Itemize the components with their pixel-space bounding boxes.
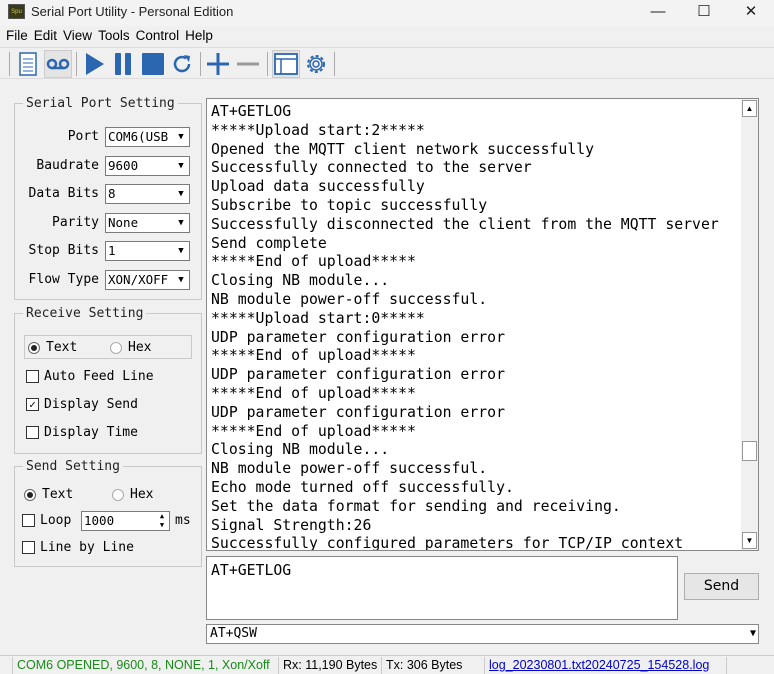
menu-tools[interactable]: Tools <box>95 27 133 45</box>
receive-line: Successfully configured parameters for T… <box>211 535 684 551</box>
tx-count: Tx: 306 Bytes <box>381 657 484 674</box>
receive-line: Echo mode turned off successfully. <box>211 478 514 496</box>
window-title: Serial Port Utility - Personal Edition <box>31 4 234 19</box>
vertical-scrollbar[interactable]: ▲ ▼ <box>741 99 758 550</box>
refresh-icon[interactable] <box>168 50 196 78</box>
receive-line: Upload data successfully <box>211 178 425 196</box>
chevron-down-icon[interactable]: ▼ <box>173 156 189 175</box>
auto-feed-line-checkbox[interactable]: Auto Feed Line <box>26 369 154 384</box>
receive-line: *****Upload start:2***** <box>211 121 425 139</box>
receive-line: UDP parameter configuration error <box>211 328 505 346</box>
new-document-icon[interactable] <box>14 50 42 78</box>
toolbar <box>0 47 774 79</box>
receive-line: Successfully disconnected the client fro… <box>211 215 719 233</box>
loop-checkbox[interactable]: Loop <box>22 513 71 528</box>
scroll-down-icon[interactable]: ▼ <box>742 532 757 549</box>
receive-text-area[interactable]: AT+GETLOG *****Upload start:2***** Opened … <box>206 98 759 551</box>
receive-line: Closing NB module... <box>211 272 390 290</box>
receive-text-radio[interactable]: Text <box>28 340 77 355</box>
receive-line: Subscribe to topic successfully <box>211 196 488 214</box>
line-by-line-checkbox[interactable]: Line by Line <box>22 540 134 555</box>
send-input[interactable]: AT+GETLOG <box>206 556 678 620</box>
receive-line: *****End of upload***** <box>211 422 416 440</box>
receive-line: NB module power-off successful. <box>211 460 488 478</box>
receive-line: AT+GETLOG <box>211 103 292 120</box>
app-icon: Spu <box>8 4 25 19</box>
remove-icon[interactable] <box>234 50 262 78</box>
send-button[interactable]: Send <box>684 573 759 600</box>
parity-label: Parity <box>52 214 99 230</box>
chevron-down-icon[interactable]: ▼ <box>173 128 189 146</box>
receive-line: Successfully connected to the server <box>211 159 532 177</box>
flow-type-label: Flow Type <box>28 272 99 287</box>
parity-select[interactable]: None ▼ <box>105 212 190 233</box>
receive-line: UDP parameter configuration error <box>211 366 505 384</box>
flow-type-select[interactable]: XON/XOFF ▼ <box>105 270 190 290</box>
scroll-thumb[interactable] <box>742 441 757 461</box>
close-button[interactable]: ✕ <box>728 0 774 26</box>
log-file-link[interactable]: log_20230801.txt20240725_154528.log <box>484 657 726 674</box>
data-bits-label: Data Bits <box>28 186 99 202</box>
add-icon[interactable] <box>204 50 232 78</box>
loop-interval-input[interactable]: 1000 ▲ ▼ <box>81 511 170 531</box>
rx-count: Rx: 11,190 Bytes <box>278 657 381 674</box>
receive-hex-radio[interactable]: Hex <box>110 340 151 355</box>
port-select[interactable]: COM6(USB ▼ <box>105 127 190 147</box>
receive-line: UDP parameter configuration error <box>211 403 505 421</box>
menu-file[interactable]: File <box>3 27 31 45</box>
menu-help[interactable]: Help <box>182 27 216 45</box>
receive-line: NB module power-off successful. <box>211 290 488 308</box>
receive-line: Set the data format for sending and rece… <box>211 497 621 515</box>
receive-line: *****End of upload***** <box>211 384 416 402</box>
menu-view[interactable]: View <box>60 27 95 45</box>
receive-line: Closing NB module... <box>211 441 390 459</box>
display-time-checkbox[interactable]: Display Time <box>26 425 138 440</box>
play-icon[interactable] <box>80 50 108 78</box>
receive-line: Signal Strength:26 <box>211 516 372 534</box>
title-bar: Spu Serial Port Utility - Personal Editi… <box>0 0 774 26</box>
record-icon[interactable] <box>44 50 72 78</box>
receive-line: Send complete <box>211 234 327 252</box>
receive-line: *****End of upload***** <box>211 347 416 365</box>
scroll-up-icon[interactable]: ▲ <box>742 100 757 117</box>
menu-control[interactable]: Control <box>133 27 183 45</box>
stop-bits-label: Stop Bits <box>28 243 99 259</box>
receive-text: AT+GETLOG *****Upload start:2***** Opened … <box>211 103 719 551</box>
stop-icon[interactable] <box>139 50 167 78</box>
send-hex-radio[interactable]: Hex <box>112 487 153 502</box>
stop-bits-select[interactable]: 1 ▼ <box>105 241 190 262</box>
maximize-button[interactable]: ☐ <box>681 0 727 26</box>
window-icon[interactable] <box>272 50 300 78</box>
receive-line: *****End of upload***** <box>211 253 416 271</box>
status-empty <box>726 657 774 674</box>
spinner-icon[interactable]: ▲ ▼ <box>155 512 169 530</box>
connection-status: COM6 OPENED, 9600, 8, NONE, 1, Xon/Xoff <box>12 657 278 674</box>
chevron-down-icon[interactable]: ▼ <box>173 271 189 289</box>
baudrate-label: Baudrate <box>36 157 99 173</box>
port-label: Port <box>67 129 99 144</box>
send-text-radio[interactable]: Text <box>24 487 73 502</box>
gear-icon[interactable] <box>302 50 330 78</box>
chevron-down-icon[interactable]: ▼ <box>750 625 756 643</box>
baudrate-select[interactable]: 9600 ▼ <box>105 155 190 176</box>
menu-bar: File Edit View Tools Control Help <box>0 27 774 47</box>
loop-unit-label: ms <box>175 513 191 528</box>
command-combobox[interactable]: AT+QSW ▼ <box>206 624 759 644</box>
chevron-down-icon[interactable]: ▼ <box>173 213 189 232</box>
chevron-down-icon[interactable]: ▼ <box>173 185 189 204</box>
minimize-button[interactable]: — <box>635 0 681 26</box>
data-bits-select[interactable]: 8 ▼ <box>105 184 190 205</box>
chevron-down-icon[interactable]: ▼ <box>173 242 189 261</box>
status-bar: COM6 OPENED, 9600, 8, NONE, 1, Xon/Xoff … <box>0 655 774 674</box>
receive-line: *****Upload start:0***** <box>211 309 425 327</box>
pause-icon[interactable] <box>109 50 137 78</box>
receive-line: Opened the MQTT client network successfu… <box>211 140 595 158</box>
menu-edit[interactable]: Edit <box>31 27 60 45</box>
display-send-checkbox[interactable]: ✓ Display Send <box>26 397 138 412</box>
